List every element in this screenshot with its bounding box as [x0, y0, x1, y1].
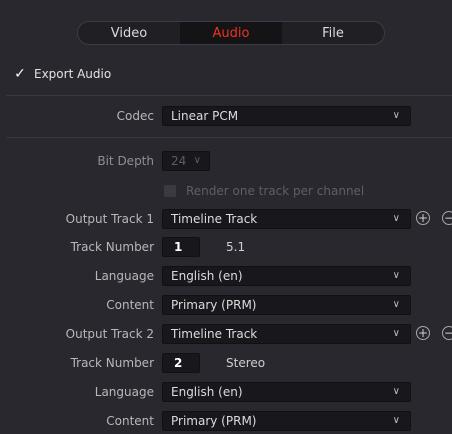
chevron-down-icon: ∨ — [392, 213, 400, 224]
chevron-down-icon: ∨ — [392, 270, 400, 281]
track-number-field[interactable]: 1 — [162, 237, 200, 257]
language-label: Language — [94, 385, 154, 399]
output-track-label: Output Track 1 — [65, 212, 154, 226]
output-track-value: Timeline Track — [171, 212, 258, 226]
language-1-row: Language English (en) ∨ — [0, 265, 452, 287]
language-label: Language — [94, 269, 154, 283]
track-number-label: Track Number — [70, 240, 154, 254]
divider — [6, 95, 452, 96]
language-value: English (en) — [171, 385, 243, 399]
remove-track-icon[interactable]: − — [442, 326, 452, 340]
track-number-label: Track Number — [70, 356, 154, 370]
track-format: Stereo — [226, 356, 266, 370]
tab-video[interactable]: Video — [78, 22, 180, 44]
tab-bar: Video Audio File — [77, 21, 385, 45]
remove-track-icon[interactable]: − — [442, 211, 452, 225]
track-number-1-row: Track Number 1 5.1 — [0, 236, 452, 258]
bit-depth-select: 24 ∨ — [162, 151, 210, 171]
render-per-channel-label: Render one track per channel — [186, 184, 365, 198]
add-track-icon[interactable]: + — [416, 326, 430, 340]
track-format: 5.1 — [226, 240, 246, 254]
content-2-row: Content Primary (PRM) ∨ — [0, 410, 452, 432]
language-2-row: Language English (en) ∨ — [0, 381, 452, 403]
divider — [6, 137, 452, 138]
output-track-1-row: Output Track 1 Timeline Track ∨ + − — [0, 208, 452, 230]
codec-row: Codec Linear PCM ∨ — [0, 105, 452, 127]
export-audio-label: Export Audio — [34, 67, 112, 81]
language-value: English (en) — [171, 269, 243, 283]
chevron-down-icon: ∨ — [392, 386, 400, 397]
output-track-select[interactable]: Timeline Track ∨ — [162, 324, 411, 344]
render-per-channel-checkbox — [164, 185, 176, 197]
content-value: Primary (PRM) — [171, 414, 257, 428]
codec-value: Linear PCM — [171, 109, 239, 123]
language-select[interactable]: English (en) ∨ — [162, 382, 411, 402]
language-select[interactable]: English (en) ∨ — [162, 266, 411, 286]
chevron-down-icon: ∨ — [392, 328, 400, 339]
bit-depth-value: 24 — [171, 154, 187, 168]
output-track-2-row: Output Track 2 Timeline Track ∨ + − — [0, 323, 452, 345]
content-select[interactable]: Primary (PRM) ∨ — [162, 411, 411, 431]
chevron-down-icon: ∨ — [392, 110, 400, 121]
export-audio-row[interactable]: ✓ Export Audio — [13, 64, 111, 84]
track-number-2-row: Track Number 2 Stereo — [0, 352, 452, 374]
bit-depth-label: Bit Depth — [97, 154, 154, 168]
chevron-down-icon: ∨ — [392, 415, 400, 426]
content-label: Content — [106, 298, 154, 312]
tab-file[interactable]: File — [282, 22, 384, 44]
codec-label: Codec — [116, 109, 154, 123]
content-value: Primary (PRM) — [171, 298, 257, 312]
output-track-select[interactable]: Timeline Track ∨ — [162, 209, 411, 229]
add-track-icon[interactable]: + — [416, 211, 430, 225]
content-label: Content — [106, 414, 154, 428]
render-per-channel-row: Render one track per channel — [162, 182, 364, 200]
bit-depth-row: Bit Depth 24 ∨ — [0, 150, 452, 172]
output-track-value: Timeline Track — [171, 327, 258, 341]
chevron-down-icon: ∨ — [392, 299, 400, 310]
track-number-field[interactable]: 2 — [162, 353, 200, 373]
codec-select[interactable]: Linear PCM ∨ — [162, 106, 411, 126]
chevron-down-icon: ∨ — [193, 155, 201, 166]
export-audio-checkbox[interactable]: ✓ — [13, 66, 27, 82]
content-1-row: Content Primary (PRM) ∨ — [0, 294, 452, 316]
tab-audio[interactable]: Audio — [180, 22, 282, 44]
output-track-label: Output Track 2 — [65, 327, 154, 341]
content-select[interactable]: Primary (PRM) ∨ — [162, 295, 411, 315]
